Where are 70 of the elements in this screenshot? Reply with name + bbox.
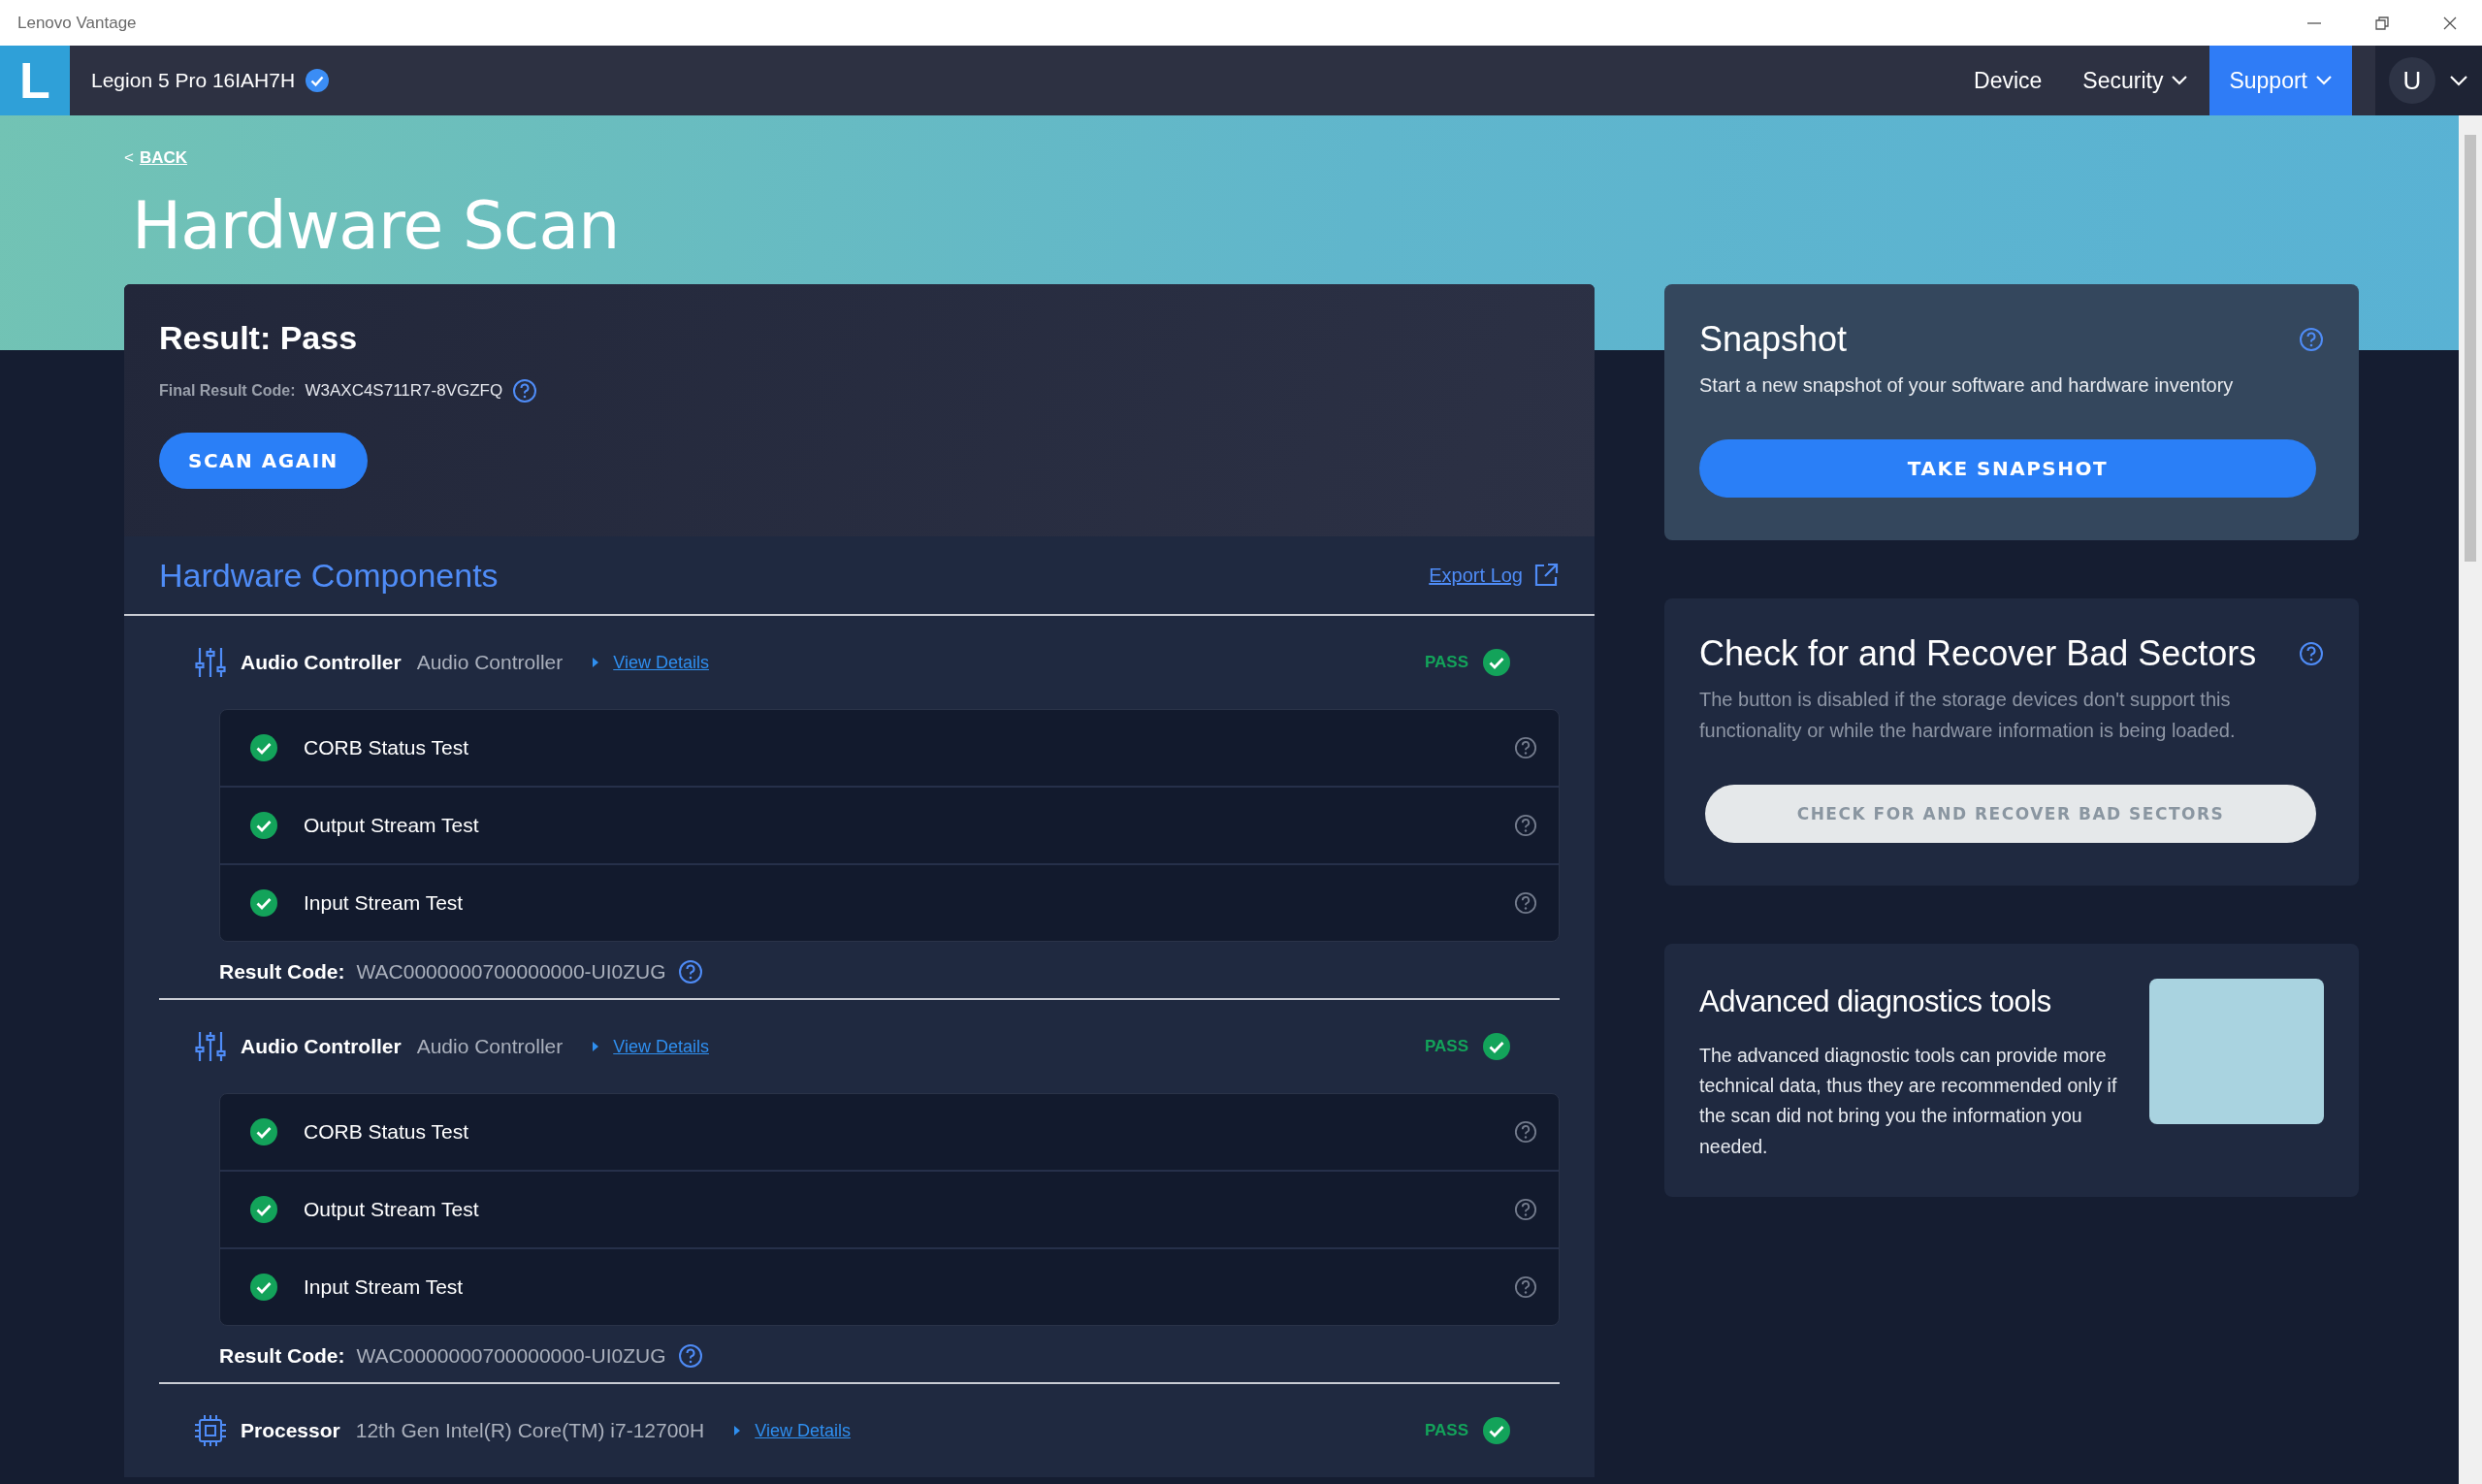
status-label: PASS: [1424, 1037, 1468, 1056]
view-details-link[interactable]: View Details: [613, 652, 709, 673]
test-name: Input Stream Test: [304, 891, 464, 915]
result-code: WAC0000000700000000-UI0ZUG: [356, 1344, 666, 1368]
card-description: The button is disabled if the storage devices don't support this functionality or while the hardware information is being loaded.: [1699, 688, 2237, 743]
help-icon[interactable]: [1514, 736, 1537, 759]
nav-tab[interactable]: Support: [2209, 46, 2352, 115]
chevron-down-icon: [2315, 75, 2333, 86]
chip-icon: [194, 1414, 227, 1447]
check-circle-icon: [1482, 1032, 1511, 1061]
card-title: Snapshot: [1699, 319, 1848, 360]
sliders-icon: [194, 646, 227, 679]
test-name: CORB Status Test: [304, 736, 468, 759]
check-circle-icon: [1482, 1416, 1511, 1445]
help-icon[interactable]: [2299, 641, 2324, 666]
check-circle-icon: [1482, 648, 1511, 677]
window-title: Lenovo Vantage: [17, 13, 137, 33]
card-title: Check for and Recover Bad Sectors: [1699, 633, 2257, 674]
export-log-link[interactable]: Export Log: [1429, 564, 1523, 587]
component-name: Audio Controller: [241, 1035, 402, 1058]
help-icon[interactable]: [1514, 891, 1537, 915]
result-code: W3AXC4S711R7-8VGZFQ: [305, 381, 503, 401]
help-icon[interactable]: [1514, 1120, 1537, 1144]
test-name: Output Stream Test: [304, 814, 479, 837]
test-name: CORB Status Test: [304, 1120, 468, 1144]
result-code-label: Result Code:: [219, 1344, 345, 1368]
status-label: PASS: [1424, 653, 1468, 672]
sliders-icon: [194, 1030, 227, 1063]
caret-right-icon: [733, 1425, 742, 1436]
help-icon[interactable]: [1514, 1275, 1537, 1299]
card-description: The advanced diagnostic tools can provide more technical data, thus they are recommended only if the scan did not bring you the information you needed.: [1699, 1044, 2118, 1159]
component-name: Processor: [241, 1419, 340, 1442]
page-title: Hardware Scan: [132, 187, 621, 266]
help-icon[interactable]: [677, 1343, 703, 1369]
chevron-down-icon: [2171, 75, 2189, 86]
caret-right-icon: [592, 657, 600, 668]
test-name: Output Stream Test: [304, 1198, 479, 1221]
help-icon[interactable]: [2299, 327, 2324, 352]
test-name: Input Stream Test: [304, 1275, 464, 1299]
view-details-link[interactable]: View Details: [755, 1420, 851, 1441]
code-label: Final Result Code:: [159, 382, 296, 400]
chevron-down-icon[interactable]: [2449, 75, 2468, 86]
card-description: Start a new snapshot of your software and hardware inventory: [1699, 373, 2235, 398]
help-icon[interactable]: [677, 959, 703, 984]
logo[interactable]: L: [0, 46, 70, 115]
component-description: Audio Controller: [416, 651, 564, 674]
nav-tab[interactable]: Security: [2069, 46, 2203, 115]
caret-right-icon: [592, 1041, 600, 1052]
nav-tab[interactable]: Device: [1960, 46, 2056, 115]
scrollbar[interactable]: [2459, 115, 2482, 1484]
user-avatar[interactable]: U: [2389, 57, 2435, 104]
scan-again-button[interactable]: SCAN AGAIN: [159, 433, 368, 489]
card-title: Advanced diagnostics tools: [1699, 984, 2052, 1019]
device-name: Legion 5 Pro 16IAH7H: [91, 69, 296, 92]
component-description: Audio Controller: [416, 1035, 564, 1058]
help-icon[interactable]: [1514, 814, 1537, 837]
section-title: Hardware Components: [159, 556, 500, 595]
result-code: WAC0000000700000000-UI0ZUG: [356, 960, 666, 984]
take-snapshot-button[interactable]: TAKE SNAPSHOT: [1699, 439, 2316, 498]
component-description: 12th Gen Intel(R) Core(TM) i7-12700H: [355, 1419, 705, 1442]
back-chevron: <: [124, 148, 134, 168]
result-code-label: Result Code:: [219, 960, 345, 984]
help-icon[interactable]: [1514, 1198, 1537, 1221]
result-title: Result: Pass: [159, 319, 359, 357]
external-link-icon[interactable]: [1532, 562, 1560, 589]
help-icon[interactable]: [512, 378, 538, 403]
restore-icon[interactable]: [2373, 14, 2391, 32]
component-name: Audio Controller: [241, 651, 402, 674]
status-label: PASS: [1424, 1421, 1468, 1440]
view-details-link[interactable]: View Details: [613, 1036, 709, 1057]
